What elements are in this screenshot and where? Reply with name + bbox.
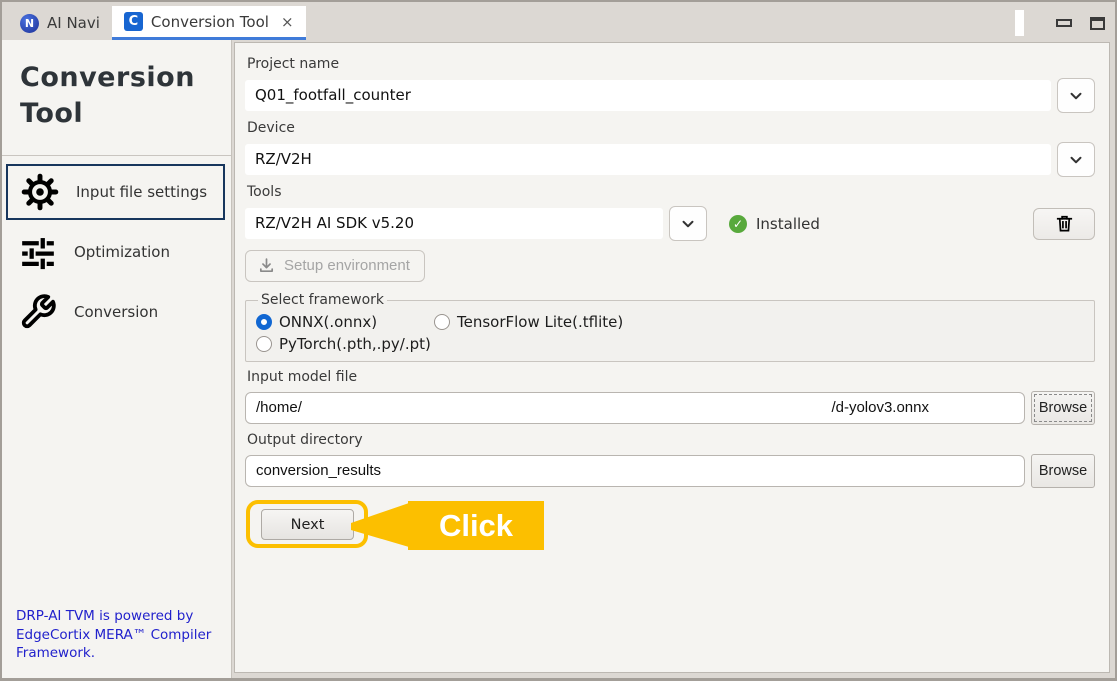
gear-icon bbox=[18, 173, 62, 211]
setup-environment-button[interactable]: Setup environment bbox=[245, 250, 425, 282]
wrench-icon bbox=[16, 293, 60, 331]
minimize-icon[interactable] bbox=[1056, 19, 1072, 27]
delete-tool-button[interactable] bbox=[1033, 208, 1095, 240]
radio-pytorch-label: PyTorch(.pth,.py/.pt) bbox=[279, 335, 431, 353]
tab-bar: N AI Navi C Conversion Tool × bbox=[2, 2, 1115, 40]
download-icon bbox=[258, 257, 275, 274]
app-window: N AI Navi C Conversion Tool × Conversion… bbox=[0, 0, 1117, 681]
input-model-file-label: Input model file bbox=[247, 369, 1095, 385]
sidebar-item-input-file-settings[interactable]: Input file settings bbox=[6, 164, 225, 220]
chevron-down-icon bbox=[1067, 151, 1085, 169]
next-button[interactable]: Next bbox=[261, 509, 354, 540]
tab-ai-navi[interactable]: N AI Navi bbox=[8, 6, 112, 40]
close-icon[interactable]: × bbox=[281, 13, 294, 31]
radio-button-icon[interactable] bbox=[434, 314, 450, 330]
tools-label: Tools bbox=[247, 184, 1095, 200]
output-directory-field[interactable]: conversion_results bbox=[245, 455, 1025, 487]
output-directory-value: conversion_results bbox=[256, 462, 381, 479]
tab-ai-navi-label: AI Navi bbox=[47, 14, 100, 32]
tools-dropdown-button[interactable] bbox=[669, 206, 707, 241]
installed-label: Installed bbox=[756, 215, 820, 233]
project-name-dropdown-button[interactable] bbox=[1057, 78, 1095, 113]
radio-onnx-label: ONNX(.onnx) bbox=[279, 313, 377, 331]
radio-onnx[interactable]: ONNX(.onnx) bbox=[256, 313, 434, 331]
sidebar: Conversion Tool Input fil bbox=[2, 40, 232, 678]
setup-environment-label: Setup environment bbox=[284, 257, 410, 274]
input-model-file-field[interactable]: /home/ /d-yolov3.onnx bbox=[245, 392, 1025, 424]
project-name-label: Project name bbox=[247, 56, 1095, 72]
output-directory-label: Output directory bbox=[247, 432, 1095, 448]
sidebar-item-label: Input file settings bbox=[76, 183, 207, 201]
framework-group: Select framework ONNX(.onnx) TensorFlow … bbox=[245, 292, 1095, 362]
sidebar-item-optimization[interactable]: Optimization bbox=[6, 224, 225, 280]
chevron-down-icon bbox=[679, 215, 697, 233]
page-title: Conversion Tool bbox=[2, 40, 231, 139]
sidebar-item-label: Conversion bbox=[74, 303, 158, 321]
sidebar-item-conversion[interactable]: Conversion bbox=[6, 284, 225, 340]
window-controls bbox=[1015, 10, 1105, 36]
main-panel: Project name Q01_footfall_counter Device… bbox=[234, 42, 1110, 673]
trash-icon bbox=[1055, 214, 1074, 233]
input-model-file-name: /d-yolov3.onnx bbox=[831, 399, 929, 416]
tools-field[interactable]: RZ/V2H AI SDK v5.20 bbox=[245, 208, 663, 239]
drp-ai-footer-note: DRP-AI TVM is powered by EdgeCortix MERA… bbox=[2, 597, 231, 678]
callout-pointer bbox=[351, 502, 409, 548]
install-status: ✓ Installed bbox=[729, 215, 820, 233]
project-name-field[interactable]: Q01_footfall_counter bbox=[245, 80, 1051, 111]
sliders-icon bbox=[16, 233, 60, 271]
radio-button-icon[interactable] bbox=[256, 314, 272, 330]
next-zone: Next Click bbox=[245, 496, 1095, 552]
tab-conversion-tool[interactable]: C Conversion Tool × bbox=[112, 6, 306, 40]
conversion-tool-icon: C bbox=[124, 12, 143, 31]
device-label: Device bbox=[247, 120, 1095, 136]
input-model-path-prefix: /home/ bbox=[256, 399, 302, 416]
browse-model-button[interactable]: Browse bbox=[1031, 391, 1095, 425]
framework-legend: Select framework bbox=[258, 292, 387, 308]
maximize-icon[interactable] bbox=[1090, 17, 1105, 30]
device-field[interactable]: RZ/V2H bbox=[245, 144, 1051, 175]
radio-button-icon[interactable] bbox=[256, 336, 272, 352]
sidebar-item-label: Optimization bbox=[74, 243, 170, 261]
check-circle-icon: ✓ bbox=[729, 215, 747, 233]
radio-tensorflow-lite-label: TensorFlow Lite(.tflite) bbox=[457, 313, 623, 331]
toolbar-strip bbox=[1015, 10, 1024, 36]
divider bbox=[2, 155, 231, 156]
ai-navi-icon: N bbox=[20, 14, 39, 33]
click-annotation: Click bbox=[408, 501, 544, 550]
device-dropdown-button[interactable] bbox=[1057, 142, 1095, 177]
radio-pytorch[interactable]: PyTorch(.pth,.py/.pt) bbox=[256, 335, 434, 353]
radio-tensorflow-lite[interactable]: TensorFlow Lite(.tflite) bbox=[434, 313, 623, 331]
chevron-down-icon bbox=[1067, 87, 1085, 105]
tab-conversion-tool-label: Conversion Tool bbox=[151, 13, 269, 31]
browse-output-button[interactable]: Browse bbox=[1031, 454, 1095, 488]
